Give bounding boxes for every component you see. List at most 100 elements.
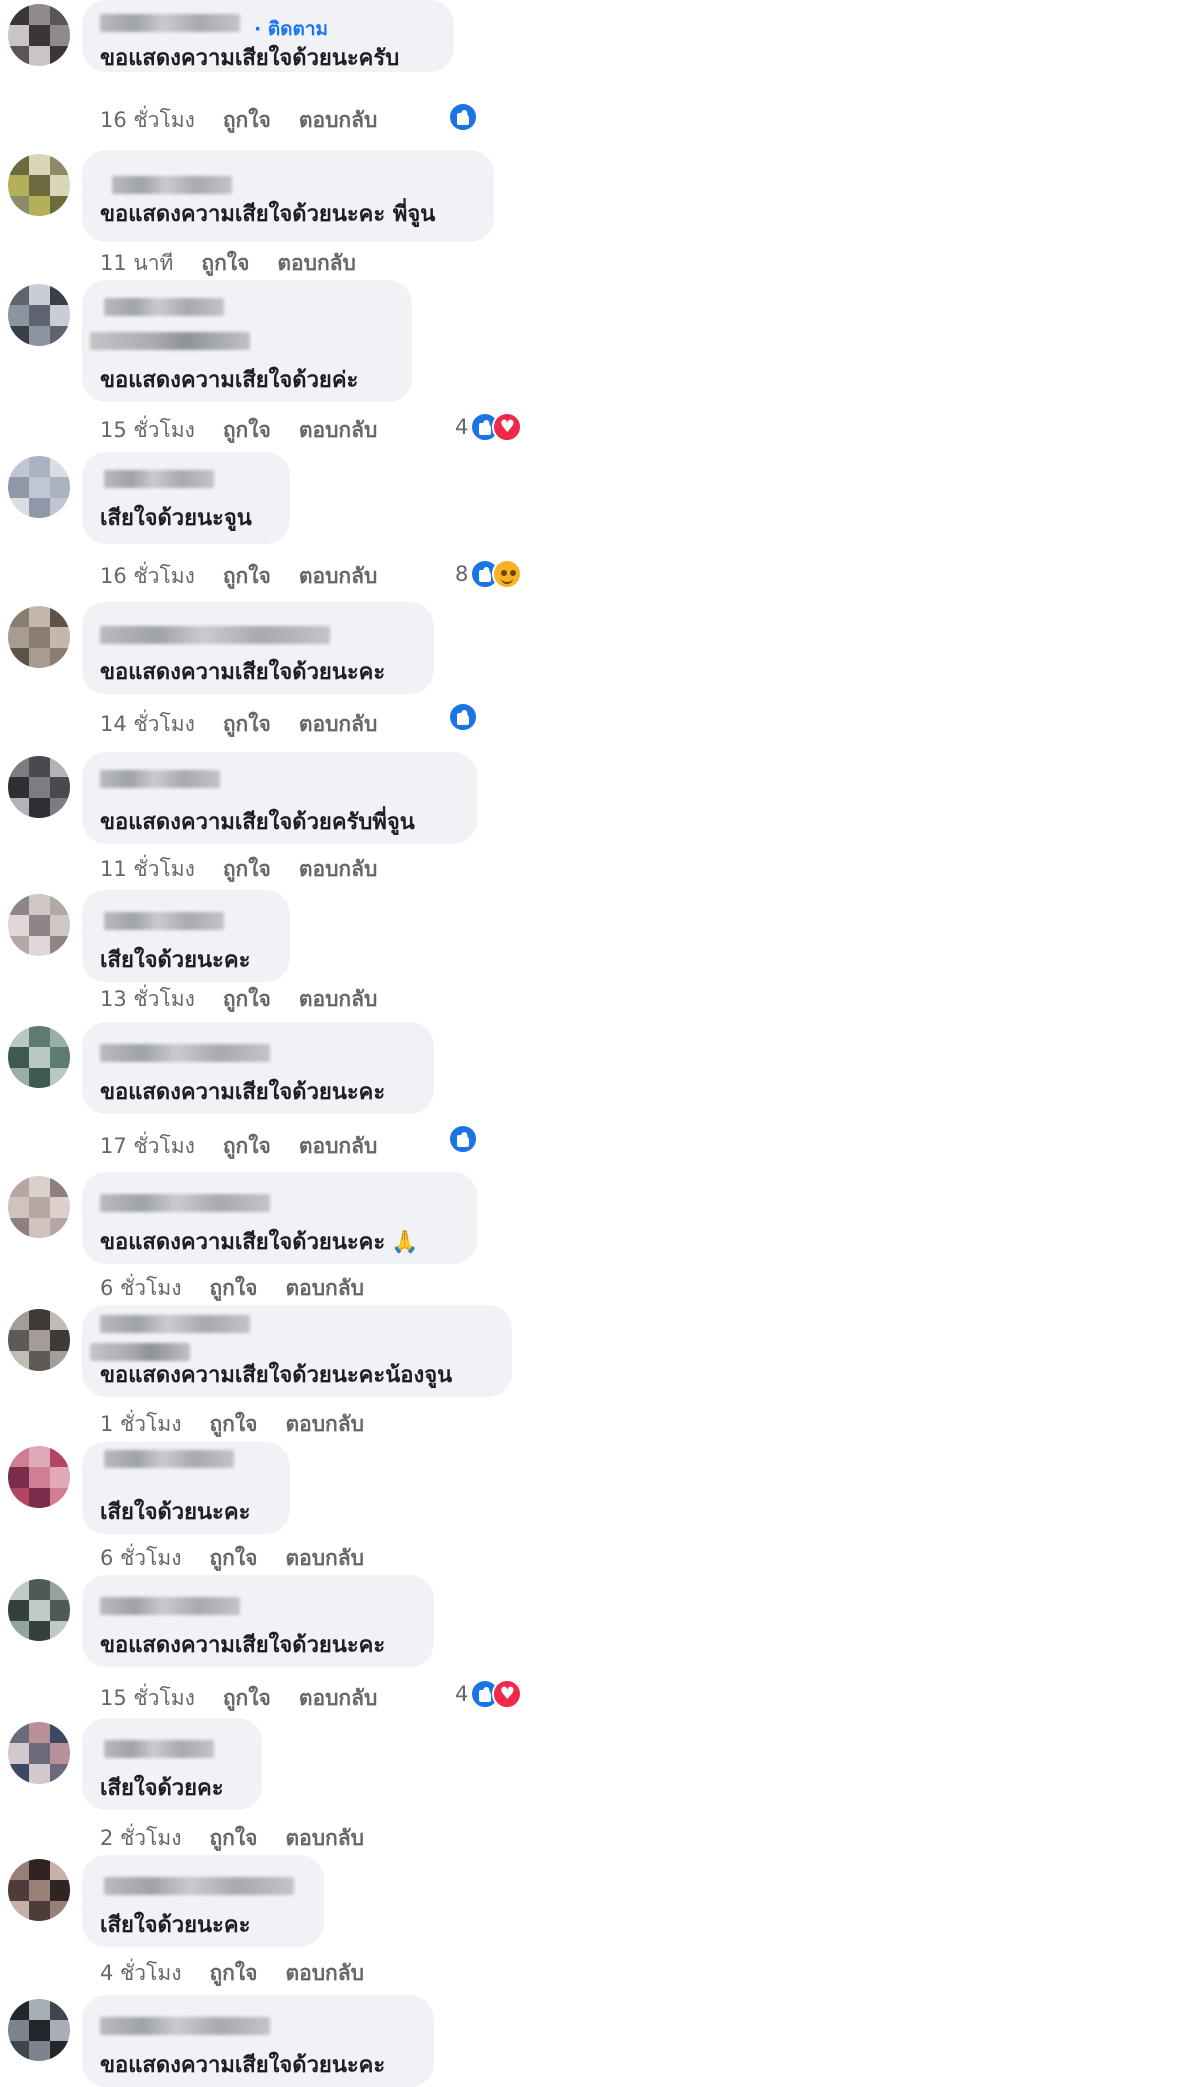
commenter-name[interactable] <box>104 1740 214 1758</box>
like-icon <box>448 102 478 132</box>
like-button[interactable]: ถูกใจ <box>223 560 271 593</box>
reply-button[interactable]: ตอบกลับ <box>285 1542 364 1575</box>
love-icon <box>492 412 523 442</box>
commenter-name[interactable] <box>104 1877 294 1895</box>
reply-button[interactable]: ตอบกลับ <box>277 247 356 280</box>
pray-emoji: 🙏 <box>391 1230 419 1255</box>
comment-text: ขอแสดงความเสียใจด้วยนะครับ <box>100 46 400 71</box>
comment-time[interactable]: 6 ชั่วโมง <box>100 1542 181 1575</box>
comment-time[interactable]: 16 ชั่วโมง <box>100 560 195 593</box>
reaction-summary[interactable]: 4 <box>455 1677 523 1711</box>
like-button[interactable]: ถูกใจ <box>201 247 249 280</box>
commenter-name[interactable] <box>100 14 240 32</box>
reaction-summary[interactable]: 8 <box>455 557 523 591</box>
avatar[interactable] <box>8 1859 70 1921</box>
reply-button[interactable]: ตอบกลับ <box>299 853 378 886</box>
comment-thread: · ติดตาม ขอแสดงความเสียใจด้วยนะครับ 16 ชั่… <box>0 0 1200 2087</box>
comment-time[interactable]: 14 ชั่วโมง <box>100 708 195 741</box>
comment-text: ขอแสดงความเสียใจด้วยค่ะ <box>100 368 359 393</box>
commenter-name[interactable] <box>100 2017 270 2035</box>
avatar[interactable] <box>8 1999 70 2061</box>
commenter-name[interactable] <box>100 1044 270 1062</box>
reply-button[interactable]: ตอบกลับ <box>299 104 378 137</box>
commenter-name[interactable] <box>104 470 214 488</box>
comment-time[interactable]: 11 นาที <box>100 247 173 280</box>
avatar[interactable] <box>8 1176 70 1238</box>
comment-time[interactable]: 4 ชั่วโมง <box>100 1957 181 1990</box>
commenter-name[interactable] <box>112 176 232 194</box>
avatar[interactable] <box>8 4 70 66</box>
reply-button[interactable]: ตอบกลับ <box>285 1957 364 1990</box>
avatar[interactable] <box>8 1309 70 1371</box>
reply-button[interactable]: ตอบกลับ <box>299 414 378 447</box>
comment-text: ขอแสดงความเสียใจด้วยนะคะ <box>100 1080 386 1105</box>
comment-time[interactable]: 2 ชั่วโมง <box>100 1822 181 1855</box>
commenter-name[interactable] <box>100 770 220 788</box>
reply-button[interactable]: ตอบกลับ <box>285 1822 364 1855</box>
commenter-name-extra <box>90 332 250 350</box>
comment-time[interactable]: 6 ชั่วโมง <box>100 1272 181 1305</box>
reply-button[interactable]: ตอบกลับ <box>299 1682 378 1715</box>
like-button[interactable]: ถูกใจ <box>209 1957 257 1990</box>
like-button[interactable]: ถูกใจ <box>209 1408 257 1441</box>
avatar[interactable] <box>8 1579 70 1641</box>
comment-meta: 15 ชั่วโมง ถูกใจ ตอบกลับ <box>100 414 405 447</box>
avatar[interactable] <box>8 1446 70 1508</box>
comment-meta: 11 นาที ถูกใจ ตอบกลับ <box>100 247 384 280</box>
like-button[interactable]: ถูกใจ <box>223 983 271 1016</box>
commenter-name[interactable] <box>100 1315 250 1333</box>
avatar[interactable] <box>8 606 70 668</box>
comment-time[interactable]: 15 ชั่วโมง <box>100 1682 195 1715</box>
like-button[interactable]: ถูกใจ <box>223 104 271 137</box>
comment-time[interactable]: 17 ชั่วโมง <box>100 1130 195 1163</box>
avatar[interactable] <box>8 894 70 956</box>
commenter-name[interactable] <box>104 912 224 930</box>
comment-bubble: เสียใจด้วยนะคะ <box>82 1855 324 1947</box>
reply-button[interactable]: ตอบกลับ <box>299 708 378 741</box>
avatar[interactable] <box>8 284 70 346</box>
reply-button[interactable]: ตอบกลับ <box>299 983 378 1016</box>
avatar[interactable] <box>8 456 70 518</box>
reply-button[interactable]: ตอบกลับ <box>285 1408 364 1441</box>
reply-button[interactable]: ตอบกลับ <box>299 1130 378 1163</box>
avatar[interactable] <box>8 154 70 216</box>
reaction-summary[interactable]: 4 <box>455 410 523 444</box>
commenter-name[interactable] <box>100 1194 270 1212</box>
commenter-name[interactable] <box>100 1597 240 1615</box>
comment-bubble: ขอแสดงความเสียใจด้วยนะคะ <box>82 1022 434 1114</box>
reaction-summary[interactable] <box>448 1122 478 1156</box>
comment-meta: 11 ชั่วโมง ถูกใจ ตอบกลับ <box>100 853 405 886</box>
comment-time[interactable]: 15 ชั่วโมง <box>100 414 195 447</box>
commenter-name[interactable] <box>104 298 224 316</box>
like-button[interactable]: ถูกใจ <box>223 853 271 886</box>
comment-meta: 16 ชั่วโมง ถูกใจ ตอบกลับ <box>100 560 405 593</box>
comment-bubble: เสียใจด้วยนะคะ <box>82 890 290 982</box>
reaction-count: 4 <box>455 415 469 439</box>
comment-time[interactable]: 16 ชั่วโมง <box>100 104 195 137</box>
comment-time[interactable]: 1 ชั่วโมง <box>100 1408 181 1441</box>
comment-text: ขอแสดงความเสียใจด้วยนะคะ พี่จูน <box>100 202 436 227</box>
like-button[interactable]: ถูกใจ <box>223 1130 271 1163</box>
like-button[interactable]: ถูกใจ <box>223 414 271 447</box>
comment-bubble: เสียใจด้วยนะคะ <box>82 1442 290 1534</box>
like-button[interactable]: ถูกใจ <box>209 1822 257 1855</box>
love-icon <box>492 1679 523 1709</box>
reply-button[interactable]: ตอบกลับ <box>299 560 378 593</box>
like-button[interactable]: ถูกใจ <box>223 1682 271 1715</box>
like-button[interactable]: ถูกใจ <box>223 708 271 741</box>
reply-button[interactable]: ตอบกลับ <box>285 1272 364 1305</box>
comment-time[interactable]: 11 ชั่วโมง <box>100 853 195 886</box>
comment-text: เสียใจด้วยนะจูน <box>100 506 252 531</box>
comment-bubble: ขอแสดงความเสียใจด้วยนะคะ <box>82 1995 434 2087</box>
reaction-summary[interactable] <box>448 700 478 734</box>
avatar[interactable] <box>8 1722 70 1784</box>
avatar[interactable] <box>8 756 70 818</box>
avatar[interactable] <box>8 1026 70 1088</box>
reaction-summary[interactable] <box>448 100 478 134</box>
comment-bubble: เสียใจด้วยนะจูน <box>82 452 290 544</box>
like-button[interactable]: ถูกใจ <box>209 1542 257 1575</box>
comment-time[interactable]: 13 ชั่วโมง <box>100 983 195 1016</box>
like-button[interactable]: ถูกใจ <box>209 1272 257 1305</box>
commenter-name[interactable] <box>104 1450 234 1468</box>
commenter-name[interactable] <box>100 626 330 644</box>
